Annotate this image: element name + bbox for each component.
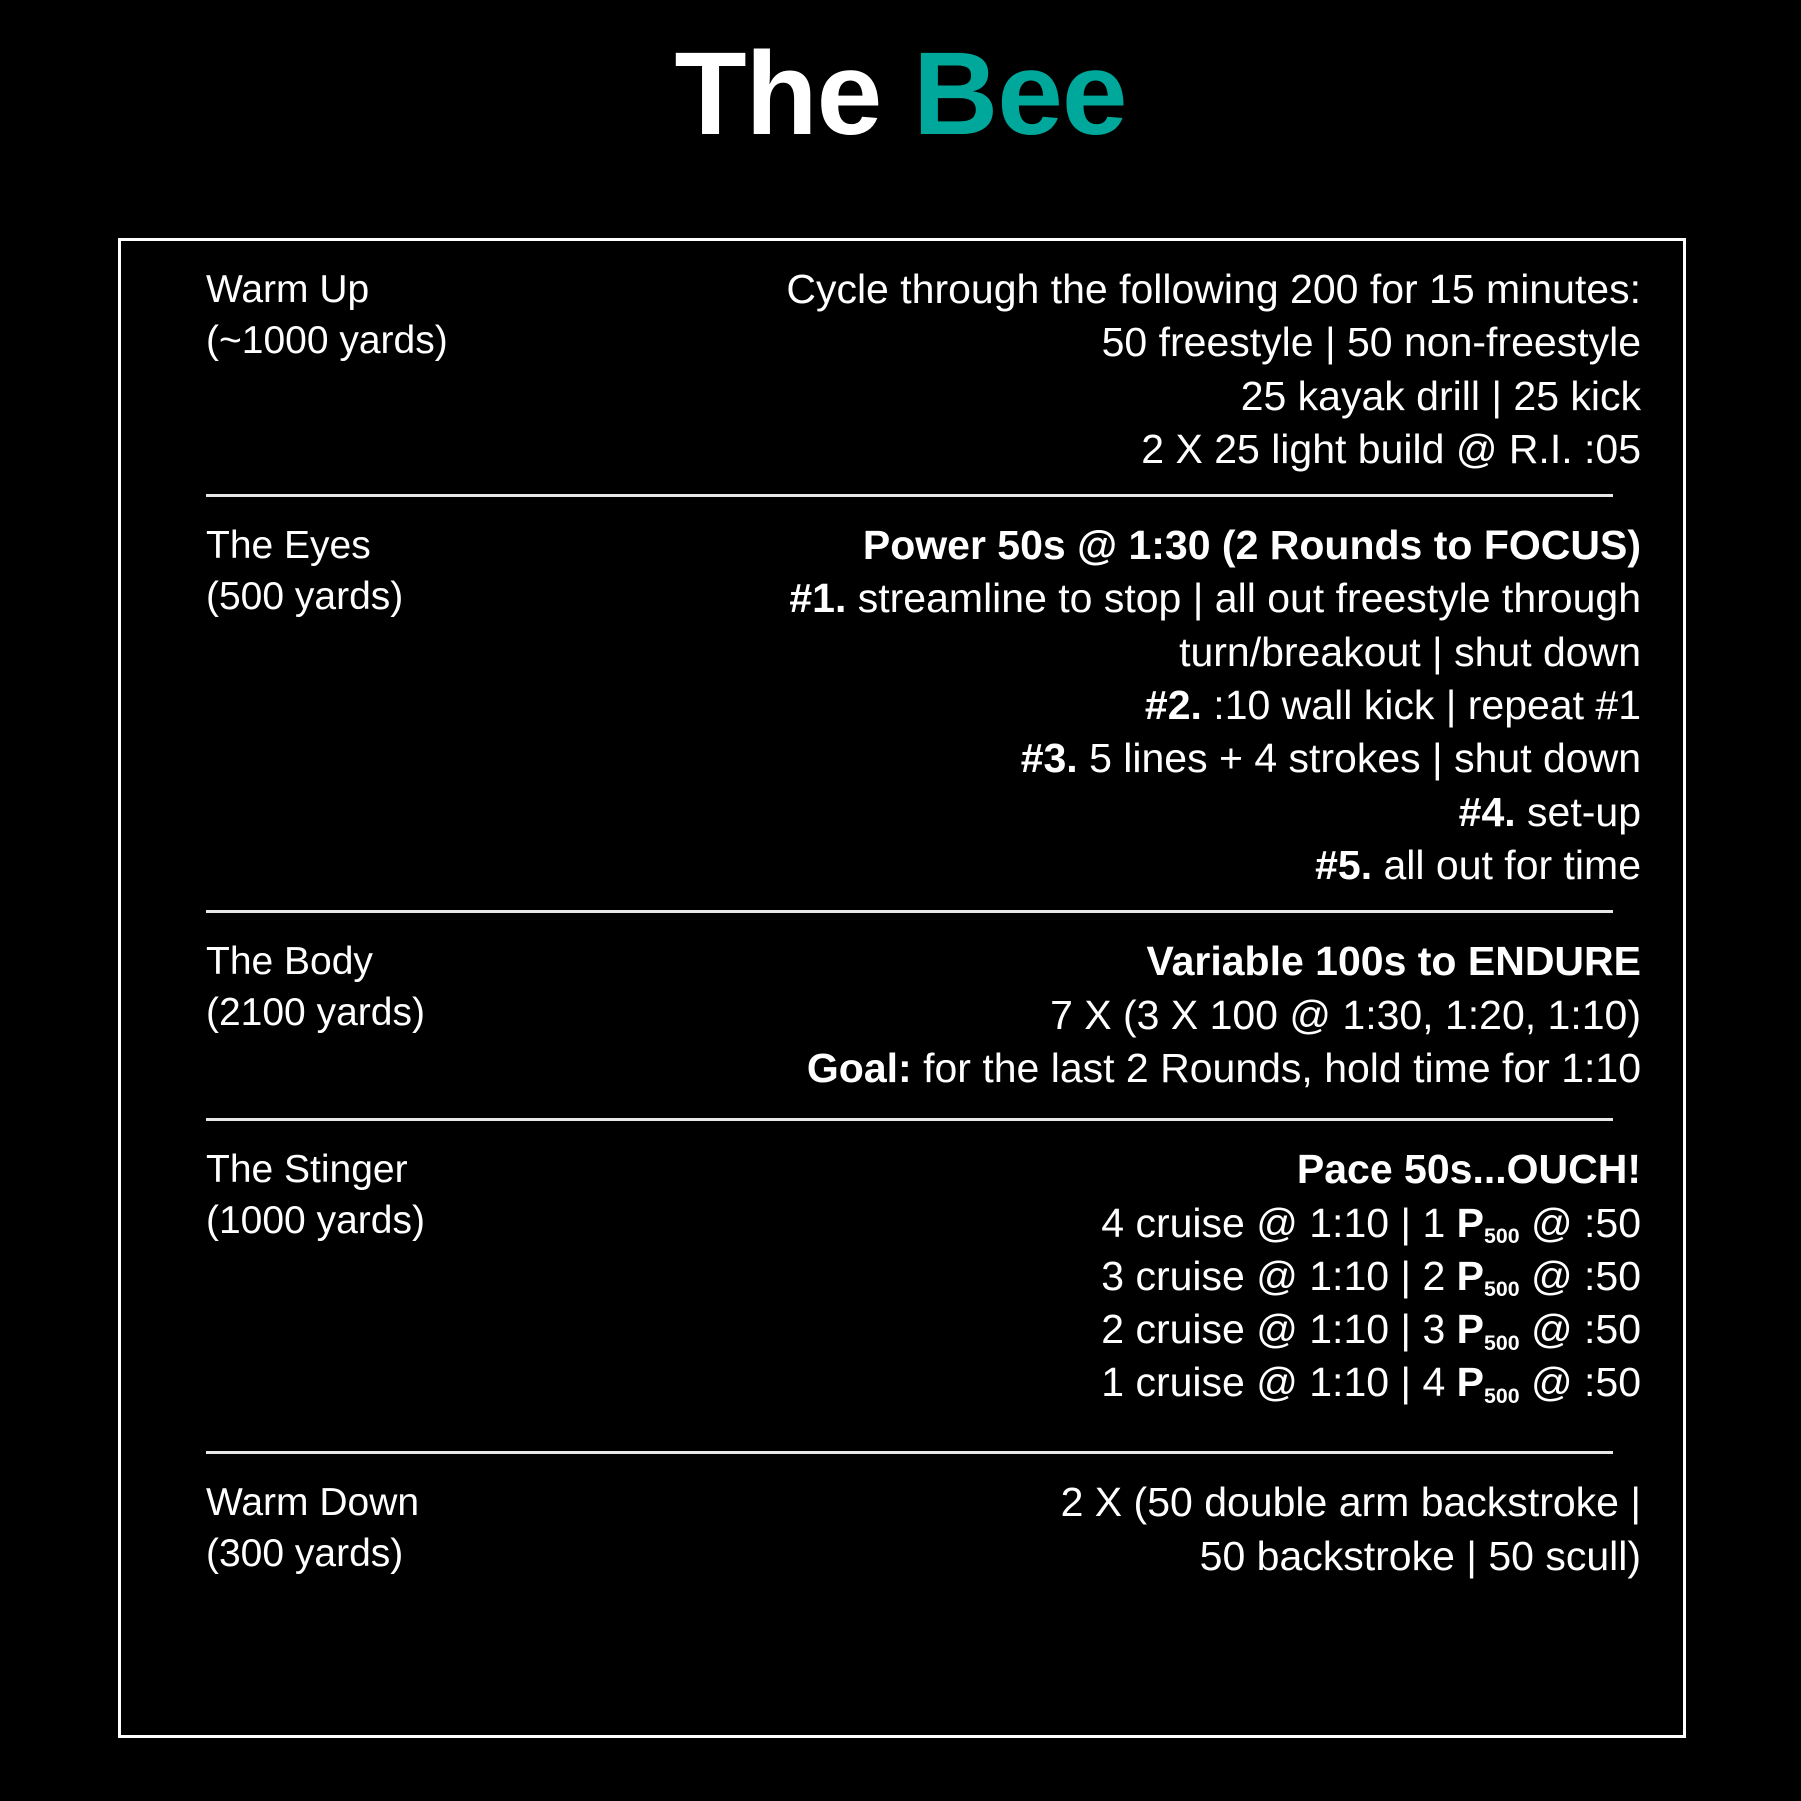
- section-name: Warm Down: [206, 1481, 420, 1525]
- content-line: 7 X (3 X 100 @ 1:30, 1:20, 1:10): [1050, 991, 1641, 1038]
- content-header: Variable 100s to ENDURE: [1146, 938, 1641, 985]
- content-item: #4. set-up: [646, 786, 1641, 839]
- content-line: 2 X 25 light build @ R.I. :05: [1141, 425, 1641, 472]
- item-text: all out for time: [1372, 841, 1642, 888]
- pace-symbol: P: [1456, 1199, 1485, 1246]
- goal-text: for the last 2 Rounds, hold time for 1:1…: [911, 1044, 1641, 1091]
- section-yardage: (1000 yards): [206, 1198, 425, 1242]
- section-the-body: The Body (2100 yards) Variable 100s to E…: [121, 913, 1683, 1118]
- content-item: #5. all out for time: [646, 839, 1641, 892]
- section-yardage: (500 yards): [206, 574, 404, 618]
- section-the-eyes: The Eyes (500 yards) Power 50s @ 1:30 (2…: [121, 497, 1683, 910]
- goal-label: Goal:: [806, 1044, 912, 1091]
- page-title: The Bee: [0, 0, 1801, 160]
- section-name: The Body: [206, 940, 373, 984]
- content-row: 4 cruise @ 1:10 | 1 P500 @ :50: [646, 1197, 1641, 1250]
- pace-symbol: P: [1456, 1359, 1485, 1406]
- item-text: streamline to stop | all out freestyle t…: [846, 575, 1641, 675]
- section-label-the-eyes: The Eyes (500 yards): [206, 519, 646, 622]
- content-row: 3 cruise @ 1:10 | 2 P500 @ :50: [646, 1250, 1641, 1303]
- section-content-the-body: Variable 100s to ENDURE 7 X (3 X 100 @ 1…: [646, 935, 1641, 1095]
- content-header: Pace 50s...OUCH!: [1296, 1146, 1641, 1193]
- item-number: #1.: [789, 575, 847, 622]
- item-text: :10 wall kick | repeat #1: [1201, 682, 1641, 729]
- section-label-the-stinger: The Stinger (1000 yards): [206, 1143, 646, 1246]
- pace-subscript: 500: [1484, 1223, 1520, 1248]
- content-row: 2 cruise @ 1:10 | 3 P500 @ :50: [646, 1303, 1641, 1356]
- section-the-stinger: The Stinger (1000 yards) Pace 50s...OUCH…: [121, 1121, 1683, 1451]
- item-number: #3.: [1020, 735, 1078, 782]
- item-number: #5.: [1315, 841, 1373, 888]
- section-yardage: (~1000 yards): [206, 318, 448, 362]
- section-content-warm-down: 2 X (50 double arm backstroke | 50 backs…: [646, 1476, 1641, 1583]
- row-suffix: @ :50: [1519, 1199, 1641, 1246]
- section-name: The Stinger: [206, 1148, 408, 1192]
- pace-subscript: 500: [1484, 1330, 1520, 1355]
- section-yardage: (300 yards): [206, 1531, 404, 1575]
- row-prefix: 3 cruise @ 1:10 | 2: [1101, 1252, 1457, 1299]
- section-name: The Eyes: [206, 524, 371, 568]
- item-number: #2.: [1144, 682, 1202, 729]
- section-yardage: (2100 yards): [206, 990, 425, 1034]
- row-suffix: @ :50: [1519, 1306, 1641, 1353]
- row-prefix: 1 cruise @ 1:10 | 4: [1101, 1359, 1457, 1406]
- title-part-bee: Bee: [913, 28, 1127, 160]
- section-content-warm-up: Cycle through the following 200 for 15 m…: [646, 263, 1641, 476]
- section-content-the-eyes: Power 50s @ 1:30 (2 Rounds to FOCUS) #1.…: [646, 519, 1641, 892]
- section-name: Warm Up: [206, 268, 370, 311]
- title-part-the: The: [674, 28, 914, 160]
- content-item: #2. :10 wall kick | repeat #1: [646, 679, 1641, 732]
- workout-card-page: The Bee Warm Up (~1000 yards) Cycle thro…: [0, 0, 1801, 1801]
- pace-subscript: 500: [1484, 1277, 1520, 1302]
- section-warm-up: Warm Up (~1000 yards) Cycle through the …: [121, 241, 1683, 494]
- content-line: 50 freestyle | 50 non-freestyle: [1101, 319, 1641, 366]
- item-number: #4.: [1458, 788, 1516, 835]
- content-goal: Goal: for the last 2 Rounds, hold time f…: [646, 1042, 1641, 1095]
- content-item: #1. streamline to stop | all out freesty…: [646, 572, 1641, 679]
- content-line: 50 backstroke | 50 scull): [1199, 1532, 1641, 1579]
- item-text: set-up: [1515, 788, 1641, 835]
- section-warm-down: Warm Down (300 yards) 2 X (50 double arm…: [121, 1454, 1683, 1629]
- section-label-warm-up: Warm Up (~1000 yards): [206, 263, 646, 366]
- content-header: Power 50s @ 1:30 (2 Rounds to FOCUS): [862, 522, 1641, 569]
- section-label-the-body: The Body (2100 yards): [206, 935, 646, 1038]
- row-prefix: 4 cruise @ 1:10 | 1: [1101, 1199, 1457, 1246]
- content-line: 25 kayak drill | 25 kick: [1240, 372, 1641, 419]
- section-label-warm-down: Warm Down (300 yards): [206, 1476, 646, 1579]
- row-prefix: 2 cruise @ 1:10 | 3: [1101, 1306, 1457, 1353]
- content-row: 1 cruise @ 1:10 | 4 P500 @ :50: [646, 1356, 1641, 1409]
- item-text: 5 lines + 4 strokes | shut down: [1077, 735, 1641, 782]
- row-suffix: @ :50: [1519, 1359, 1641, 1406]
- row-suffix: @ :50: [1519, 1252, 1641, 1299]
- workout-table: Warm Up (~1000 yards) Cycle through the …: [118, 238, 1686, 1738]
- section-content-the-stinger: Pace 50s...OUCH! 4 cruise @ 1:10 | 1 P50…: [646, 1143, 1641, 1409]
- pace-symbol: P: [1456, 1306, 1485, 1353]
- pace-symbol: P: [1456, 1252, 1485, 1299]
- content-line: Cycle through the following 200 for 15 m…: [786, 266, 1641, 312]
- content-line: 2 X (50 double arm backstroke |: [1060, 1479, 1641, 1526]
- content-item: #3. 5 lines + 4 strokes | shut down: [646, 732, 1641, 785]
- pace-subscript: 500: [1484, 1383, 1520, 1408]
